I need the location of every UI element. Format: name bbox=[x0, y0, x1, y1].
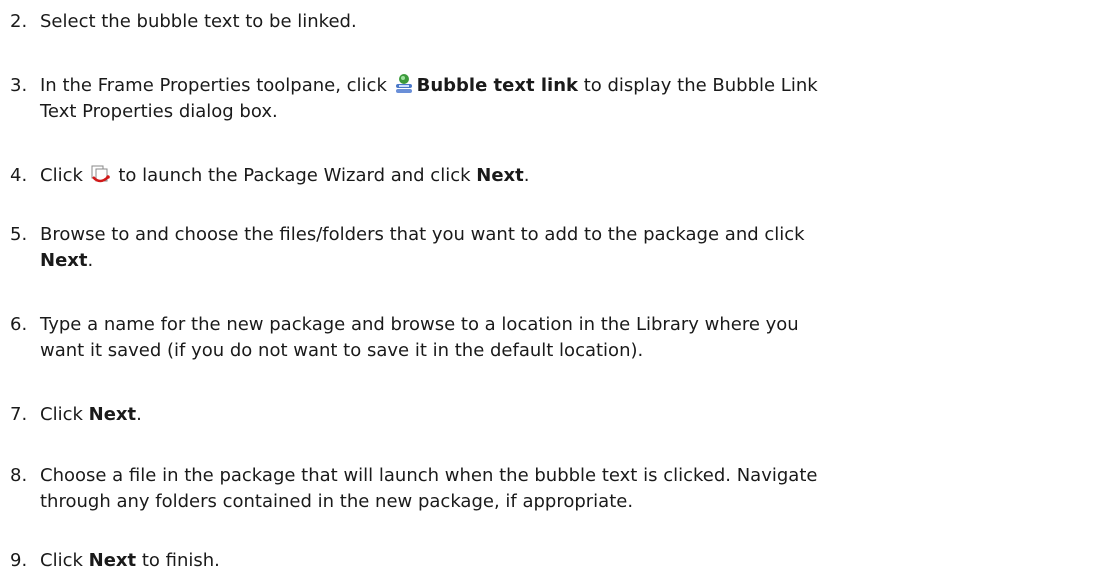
step-number: 7. bbox=[10, 404, 28, 425]
next-label: Next bbox=[476, 165, 524, 186]
package-wizard-icon bbox=[89, 163, 111, 185]
bubble-text-link-icon bbox=[393, 73, 415, 95]
step-number: 9. bbox=[10, 550, 28, 571]
step-text: Browse to and choose the files/folders t… bbox=[40, 222, 1108, 274]
step-text: Click Next. bbox=[40, 402, 1108, 428]
step-text: Select the bubble text to be linked. bbox=[40, 11, 357, 32]
step-text-line1: Browse to and choose the files/folders t… bbox=[40, 224, 805, 245]
step-text-after: to finish. bbox=[136, 550, 220, 571]
step-text-after: to display the Bubble Link bbox=[577, 75, 818, 96]
step-text-after: . bbox=[523, 165, 530, 186]
step-text-line1: Type a name for the new package and brow… bbox=[40, 314, 799, 335]
step-text-before: Click bbox=[40, 404, 89, 425]
step-text-after: . bbox=[87, 250, 94, 271]
step-number: 6. bbox=[10, 314, 28, 335]
bubble-text-link-label: Bubble text link bbox=[416, 75, 578, 96]
step-text: Click to launch the Package Wizard and c… bbox=[40, 163, 1108, 189]
step-number: 5. bbox=[10, 224, 28, 245]
next-label: Next bbox=[88, 404, 137, 425]
step-text-line2: Text Properties dialog box. bbox=[40, 101, 278, 122]
step-text: In the Frame Properties toolpane, click … bbox=[40, 73, 1108, 125]
step-number: 2. bbox=[10, 11, 28, 32]
step-text-before: Click bbox=[40, 165, 89, 186]
step-text-line1: Choose a file in the package that will l… bbox=[40, 465, 818, 486]
step-text-line2: through any folders contained in the new… bbox=[40, 491, 634, 512]
instruction-steps: 2. Select the bubble text to be linked. … bbox=[0, 0, 1112, 571]
step-text-line2: want it saved (if you do not want to sav… bbox=[40, 340, 644, 361]
step-number: 8. bbox=[10, 465, 28, 486]
step-text: Click Next to finish. bbox=[40, 548, 1108, 574]
next-label: Next bbox=[88, 550, 137, 571]
step-text-before: Click bbox=[40, 550, 89, 571]
step-text-after: . bbox=[136, 404, 142, 425]
step-number: 3. bbox=[10, 75, 28, 96]
step-text: Choose a file in the package that will l… bbox=[40, 463, 1108, 515]
step-text: Type a name for the new package and brow… bbox=[40, 312, 1108, 364]
step-number: 4. bbox=[10, 165, 28, 186]
step-text-before: In the Frame Properties toolpane, click bbox=[40, 75, 393, 96]
next-label: Next bbox=[40, 250, 88, 271]
step-text-middle: to launch the Package Wizard and click bbox=[112, 165, 477, 186]
